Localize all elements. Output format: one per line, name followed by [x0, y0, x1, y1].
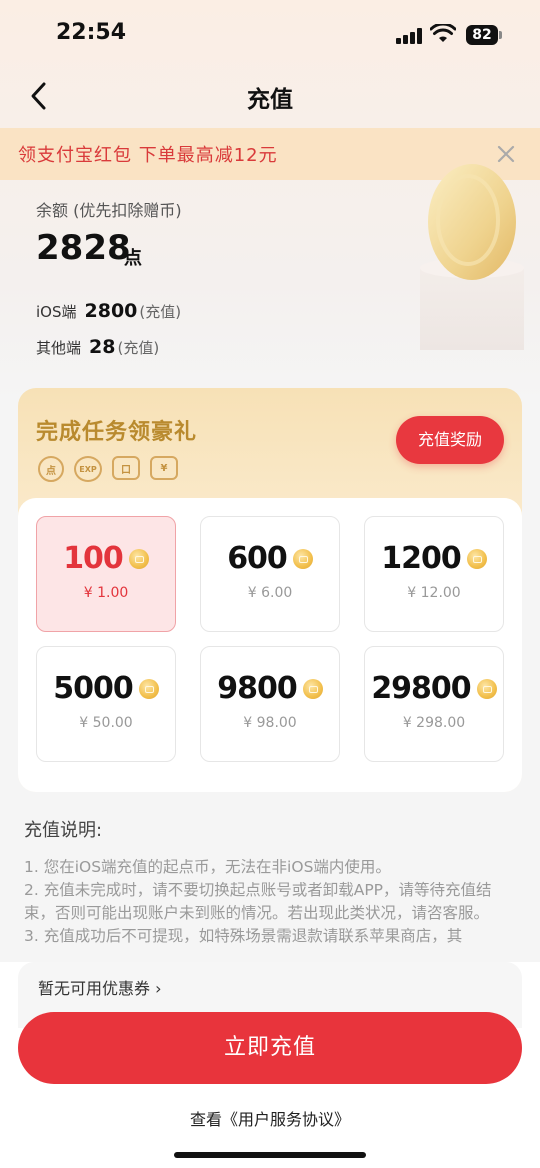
battery-icon: 82 — [466, 25, 498, 45]
package-price: ¥ 6.00 — [247, 585, 293, 601]
point-icon: 点 — [38, 456, 64, 482]
package-price: ¥ 50.00 — [79, 715, 133, 731]
coin-icon — [292, 548, 313, 569]
coin-icon — [128, 548, 149, 569]
battery-tip — [499, 31, 502, 39]
package-tile-1200[interactable]: 1200 ¥ 12.00 — [364, 516, 504, 632]
recharge-now-button[interactable]: 立即充值 — [18, 1012, 522, 1084]
other-tag: (充值) — [117, 339, 160, 357]
ticket-icon: 口 — [112, 456, 140, 480]
package-amount: 1200 — [381, 541, 461, 576]
package-amount: 9800 — [217, 671, 297, 706]
coin-illustration — [420, 164, 524, 350]
yuan-icon: ¥ — [150, 456, 178, 480]
notes-line: 2. 充值未完成时，请不要切换起点账号或者卸载APP，请等待充值结束，否则可能出… — [24, 881, 492, 922]
ios-label: iOS端 — [36, 303, 77, 321]
package-price: ¥ 12.00 — [407, 585, 461, 601]
notes-body: 1. 您在iOS端充值的起点币，无法在非iOS端内使用。 2. 充值未完成时，请… — [24, 856, 520, 948]
notes-line: 1. 您在iOS端充值的起点币，无法在非iOS端内使用。 — [24, 858, 391, 876]
task-title: 完成任务领豪礼 — [36, 420, 198, 445]
package-amount: 29800 — [371, 671, 471, 706]
coupon-text[interactable]: 暂无可用优惠券 › — [38, 975, 162, 999]
notes-title: 充值说明: — [24, 820, 103, 841]
status-time: 22:54 — [56, 20, 127, 45]
package-price: ¥ 1.00 — [83, 585, 129, 601]
package-price: ¥ 98.00 — [243, 715, 297, 731]
ios-value: 2800 — [84, 300, 138, 322]
package-tile-5000[interactable]: 5000 ¥ 50.00 — [36, 646, 176, 762]
coin-icon — [302, 678, 323, 699]
package-tile-29800[interactable]: 29800 ¥ 298.00 — [364, 646, 504, 762]
package-tile-9800[interactable]: 9800 ¥ 98.00 — [200, 646, 340, 762]
balance-unit: 点 — [124, 248, 142, 269]
task-icons: 点 EXP 口 ¥ — [38, 456, 178, 482]
status-bar: 22:54 82 — [0, 0, 540, 70]
ios-balance-row: iOS端 2800 (充值) — [36, 300, 181, 322]
home-indicator — [174, 1152, 366, 1158]
promo-text: 领支付宝红包 下单最高减12元 — [18, 145, 278, 166]
balance-value: 2828 — [36, 228, 131, 268]
package-tile-600[interactable]: 600 ¥ 6.00 — [200, 516, 340, 632]
other-value: 28 — [89, 336, 116, 358]
exp-icon: EXP — [74, 456, 102, 482]
wifi-icon — [430, 24, 456, 42]
user-agreement-link[interactable]: 查看《用户服务协议》 — [0, 1106, 540, 1130]
coin-icon — [476, 678, 497, 699]
other-balance-row: 其他端 28 (充值) — [36, 336, 159, 358]
package-price: ¥ 298.00 — [402, 715, 466, 731]
signal-icon — [396, 28, 422, 44]
package-amount: 5000 — [53, 671, 133, 706]
package-tile-100[interactable]: 100 ¥ 1.00 — [36, 516, 176, 632]
other-label: 其他端 — [36, 339, 82, 357]
coin-icon — [466, 548, 487, 569]
recharge-reward-button[interactable]: 充值奖励 — [396, 416, 504, 464]
notes-line: 3. 充值成功后不可提现，如特殊场景需退款请联系苹果商店，其 — [24, 927, 463, 945]
package-amount: 600 — [227, 541, 288, 576]
ios-tag: (充值) — [139, 303, 182, 321]
package-amount: 100 — [63, 541, 124, 576]
coin-icon — [138, 678, 159, 699]
page-title: 充值 — [247, 87, 293, 113]
balance-label: 余额 (优先扣除赠币) — [36, 201, 182, 220]
